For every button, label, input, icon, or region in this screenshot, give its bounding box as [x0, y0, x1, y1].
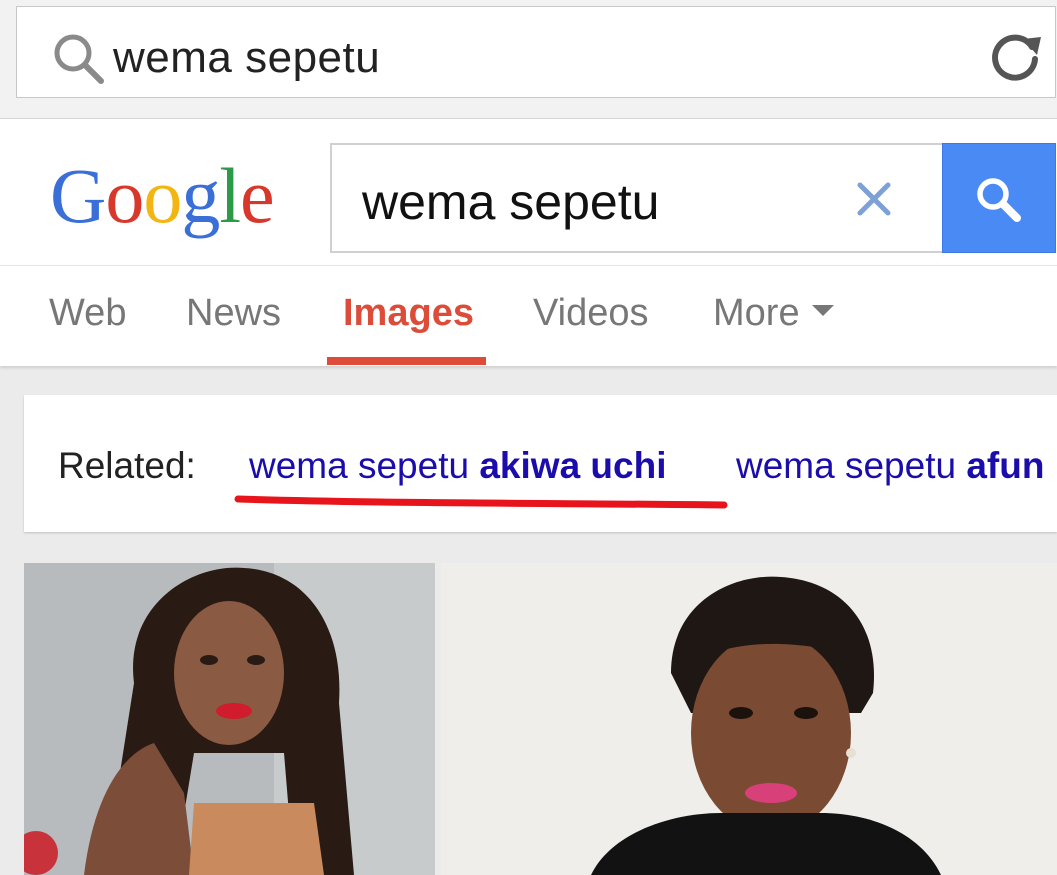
google-logo-letter: G — [50, 152, 106, 239]
photo-woman-long-hair — [24, 563, 435, 875]
photo-woman-short-hair — [441, 563, 1057, 875]
tab-web[interactable]: Web — [49, 292, 126, 366]
google-header: Google wema sepetu — [0, 119, 1057, 265]
search-icon — [977, 178, 1021, 222]
search-box[interactable]: wema sepetu — [330, 143, 944, 253]
active-tab-indicator — [327, 357, 486, 365]
search-button[interactable] — [942, 143, 1056, 253]
related-searches: Related: wema sepetu akiwa uchi wema sep… — [24, 395, 1057, 532]
tab-more[interactable]: More — [713, 292, 834, 366]
related-link-1[interactable]: wema sepetu akiwa uchi — [249, 445, 667, 487]
related-link-1-bold: akiwa uchi — [479, 445, 667, 486]
related-label: Related: — [58, 445, 196, 486]
google-logo[interactable]: Google — [50, 151, 275, 241]
reload-icon[interactable] — [985, 25, 1045, 85]
red-annotation-underline — [234, 495, 728, 509]
tab-videos[interactable]: Videos — [533, 292, 649, 366]
google-logo-letter: e — [240, 152, 275, 239]
google-logo-letter: o — [105, 152, 144, 239]
related-link-1-prefix: wema sepetu — [249, 445, 480, 486]
google-logo-letter: o — [143, 152, 182, 239]
google-logo-letter: g — [181, 152, 220, 239]
search-tabs: Web News Images Videos More — [0, 265, 1057, 366]
address-bar[interactable]: wema sepetu — [16, 6, 1056, 98]
google-logo-letter: l — [219, 152, 241, 239]
chevron-down-icon — [811, 305, 834, 317]
address-text[interactable]: wema sepetu — [113, 33, 380, 83]
related-link-2[interactable]: wema sepetu afun — [736, 445, 1044, 487]
browser-toolbar: wema sepetu — [0, 0, 1057, 119]
search-input[interactable]: wema sepetu — [362, 173, 659, 231]
related-link-2-prefix: wema sepetu — [736, 445, 967, 486]
tab-more-label: More — [713, 292, 800, 334]
tab-news[interactable]: News — [186, 292, 281, 366]
tab-images[interactable]: Images — [343, 292, 474, 366]
related-link-2-bold: afun — [966, 445, 1045, 486]
image-result-2[interactable] — [441, 563, 1057, 875]
image-result-1[interactable] — [24, 563, 435, 875]
search-icon — [54, 34, 104, 84]
close-icon[interactable] — [852, 177, 896, 221]
